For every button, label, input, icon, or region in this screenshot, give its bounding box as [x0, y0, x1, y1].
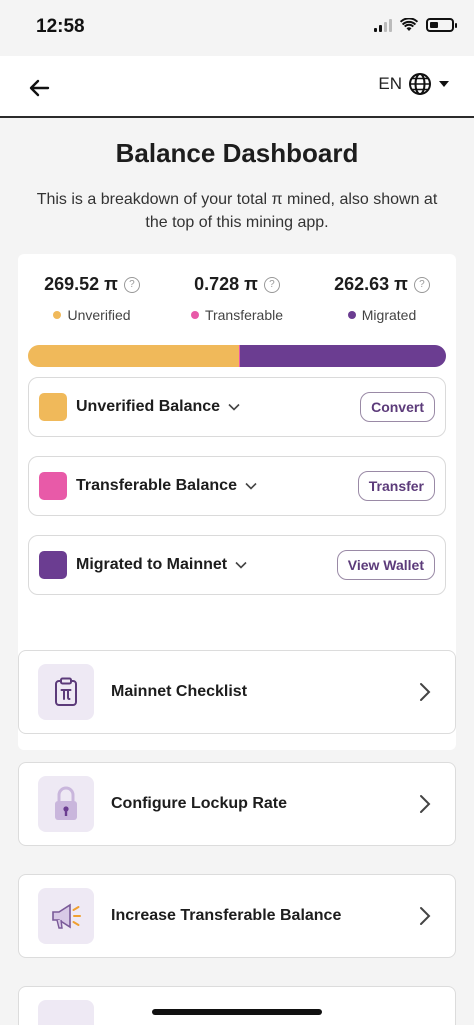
unverified-balance-toggle[interactable]: Unverified Balance — [76, 398, 240, 416]
status-time: 12:58 — [36, 16, 85, 37]
increase-transferable-balance-label: Increase Transferable Balance — [111, 907, 342, 924]
clipboard-pi-icon — [55, 677, 77, 706]
signal-icon — [374, 18, 392, 32]
stat-label-unverified: Unverified — [67, 307, 131, 323]
increase-transferable-balance-card[interactable]: Increase Transferable Balance — [18, 874, 456, 958]
nav-bar: EN — [0, 56, 474, 118]
caret-down-icon — [439, 81, 449, 87]
migrated-balance-row: Migrated to Mainnet View Wallet — [28, 535, 446, 595]
transferable-swatch — [39, 472, 67, 500]
action-icon-tile — [38, 776, 94, 832]
wifi-icon — [400, 18, 418, 31]
unverified-swatch — [39, 393, 67, 421]
status-bar: 12:58 — [0, 0, 474, 56]
stat-transferable: 0.728 π ? Transferable — [167, 274, 307, 323]
home-indicator — [152, 1009, 322, 1015]
convert-button[interactable]: Convert — [360, 392, 435, 422]
stat-label-migrated: Migrated — [361, 307, 417, 323]
chevron-down-icon — [228, 403, 240, 411]
help-icon[interactable]: ? — [123, 276, 140, 293]
status-icons — [374, 18, 457, 32]
chevron-down-icon — [235, 561, 247, 569]
next-action-card[interactable] — [18, 986, 456, 1025]
unverified-balance-row: Unverified Balance Convert — [28, 377, 446, 437]
globe-icon — [409, 73, 431, 95]
stat-value-transferable: 0.728 π — [194, 274, 258, 294]
balance-progress-bar — [28, 345, 446, 367]
stat-label-transferable: Transferable — [204, 307, 284, 323]
transferable-dot — [190, 311, 199, 319]
action-icon-tile — [38, 1000, 94, 1025]
language-selector[interactable]: EN — [378, 72, 450, 96]
megaphone-icon — [52, 903, 81, 929]
chevron-right-icon — [420, 907, 431, 925]
help-icon[interactable]: ? — [263, 276, 280, 293]
stat-value-migrated: 262.63 π — [334, 274, 408, 294]
view-wallet-button[interactable]: View Wallet — [336, 550, 435, 580]
progress-segment-unverified — [28, 345, 240, 367]
action-icon-tile — [38, 888, 94, 944]
transferable-balance-label: Transferable Balance — [76, 477, 237, 494]
transfer-button[interactable]: Transfer — [357, 471, 435, 501]
content: Balance Dashboard This is a breakdown of… — [0, 118, 474, 1025]
stat-unverified: 269.52 π ? Unverified — [22, 274, 162, 323]
page-subtitle: This is a breakdown of your total π mine… — [36, 191, 438, 231]
configure-lockup-rate-card[interactable]: Configure Lockup Rate — [18, 762, 456, 846]
language-code: EN — [378, 74, 402, 93]
help-icon[interactable]: ? — [413, 276, 430, 293]
transferable-balance-row: Transferable Balance Transfer — [28, 456, 446, 516]
unverified-balance-label: Unverified Balance — [76, 398, 221, 415]
stat-value-unverified: 269.52 π — [44, 274, 118, 294]
page-title: Balance Dashboard — [115, 138, 359, 168]
chevron-right-icon — [420, 795, 431, 813]
padlock-icon — [55, 786, 77, 820]
battery-icon — [426, 18, 457, 32]
transferable-balance-toggle[interactable]: Transferable Balance — [76, 477, 257, 495]
migrated-swatch — [39, 551, 67, 579]
progress-segment-migrated — [239, 345, 446, 367]
action-icon-tile — [38, 664, 94, 720]
stat-migrated: 262.63 π ? Migrated — [312, 274, 452, 323]
mainnet-checklist-card[interactable]: Mainnet Checklist — [18, 650, 456, 734]
back-arrow-icon — [29, 79, 50, 97]
unverified-dot — [53, 311, 62, 319]
back-button[interactable] — [24, 72, 56, 104]
chevron-right-icon — [420, 683, 431, 701]
migrated-balance-label: Migrated to Mainnet — [76, 556, 228, 573]
migrated-balance-toggle[interactable]: Migrated to Mainnet — [76, 556, 247, 574]
chevron-down-icon — [245, 482, 257, 490]
configure-lockup-rate-label: Configure Lockup Rate — [111, 795, 288, 812]
migrated-dot — [347, 311, 356, 319]
mainnet-checklist-label: Mainnet Checklist — [111, 683, 248, 700]
